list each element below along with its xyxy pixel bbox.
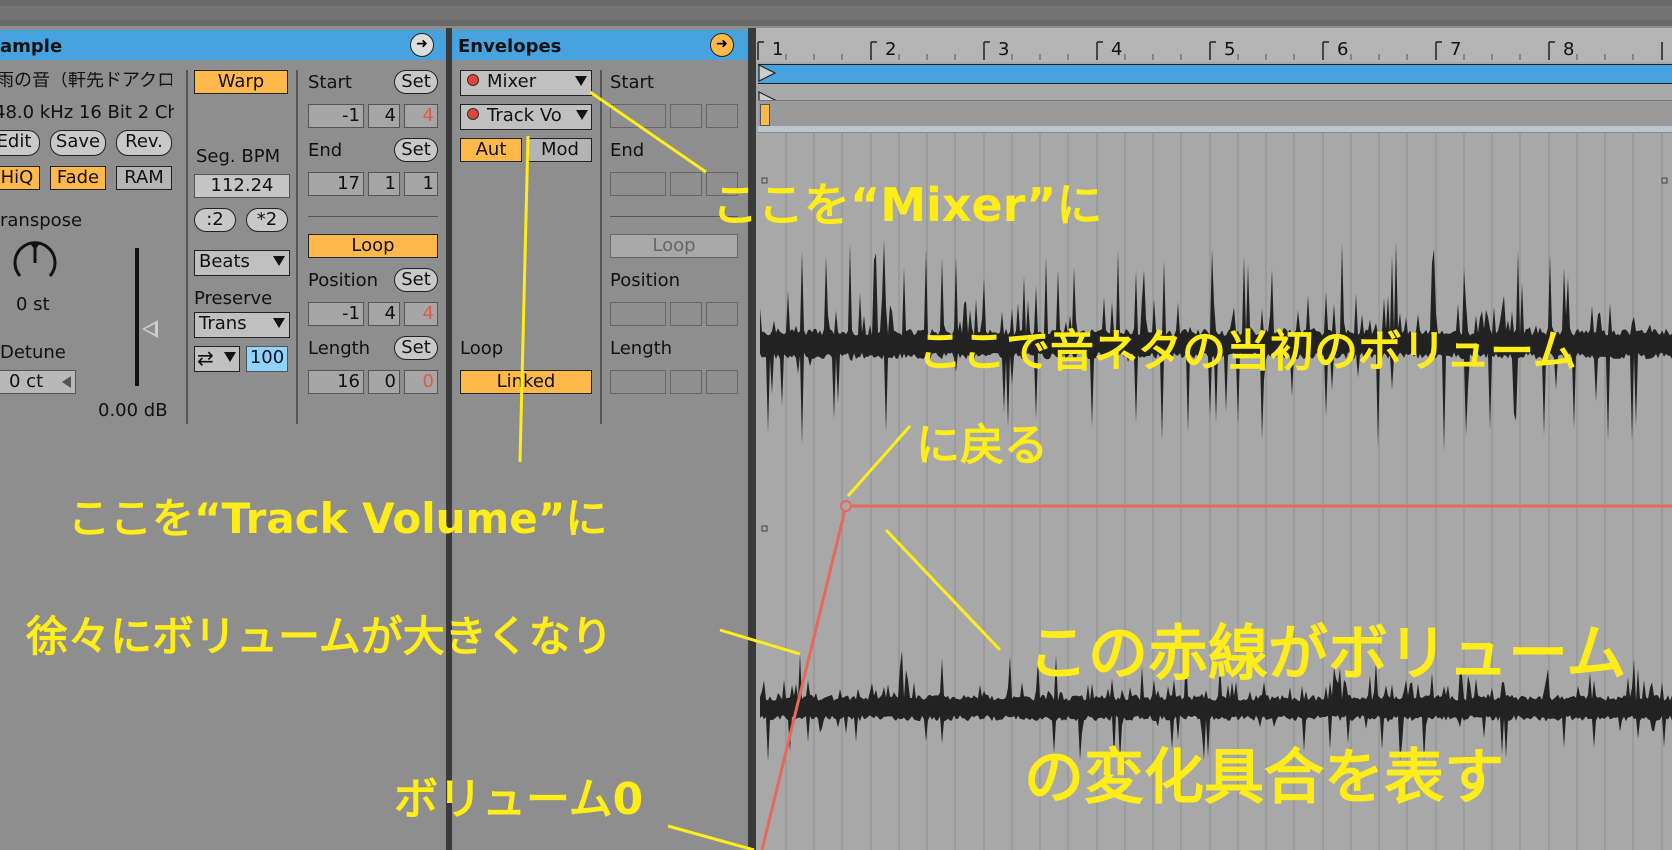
annotation-gradually-louder: 徐々にボリュームが大きくなり — [26, 612, 613, 661]
annotation-track-volume-note: ここを“Track Volume”に — [68, 494, 608, 543]
annotation-volume-return-line2: に戻る — [916, 420, 1048, 471]
annotation-red-line-line2: の変化具合を表す — [1024, 743, 1504, 813]
annotation-red-line-line1: この赤線がボリューム — [1028, 619, 1627, 689]
annotation-mixer-note: ここを“Mixer”に — [712, 178, 1103, 232]
annotation-pointer-lines — [518, 90, 1002, 850]
annotation-volume-return-line1: ここで音ネタの当初のボリューム — [918, 326, 1577, 377]
annotation-volume-zero: ボリューム0 — [394, 774, 644, 825]
